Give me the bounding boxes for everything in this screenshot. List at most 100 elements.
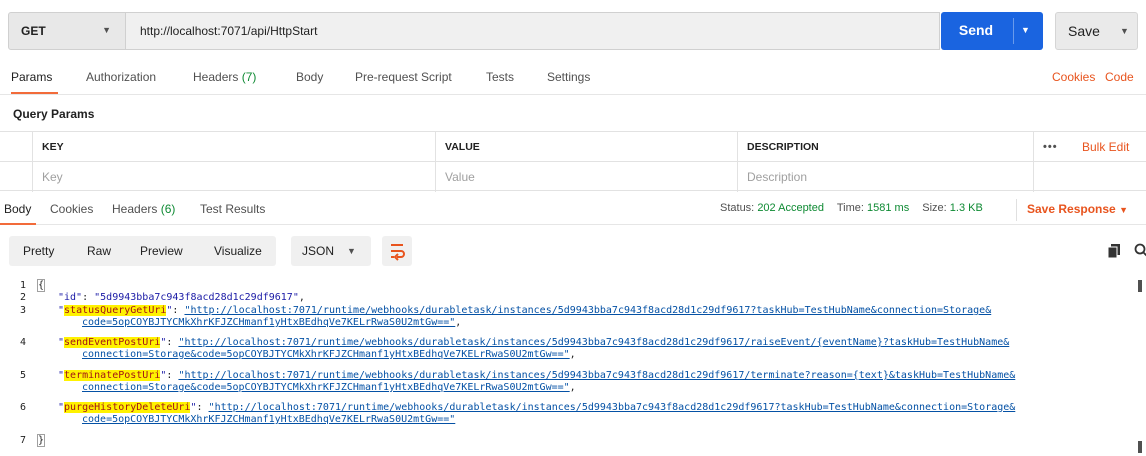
size-value[interactable]: 1.3 KB [950, 202, 983, 214]
value-input[interactable]: Value [435, 162, 737, 192]
active-tab-indicator [0, 223, 36, 225]
status-value[interactable]: 202 Accepted [757, 202, 824, 214]
format-select[interactable]: JSON ▼ [291, 236, 371, 266]
line-number: 6 [19, 402, 26, 413]
key-input[interactable]: Key [32, 162, 435, 192]
query-params-table: KEY VALUE DESCRIPTION ••• Bulk Edit Key … [0, 131, 1146, 192]
response-status-bar: Status: 202 Accepted Time: 1581 ms Size:… [720, 202, 983, 214]
bulk-edit-link[interactable]: Bulk Edit [1082, 140, 1129, 154]
tab-params[interactable]: Params [11, 70, 52, 84]
code-line: connection=Storage&code=5opCOYBJTYCMkXhr… [82, 349, 576, 360]
key-placeholder: Key [42, 170, 63, 184]
json-key: "id" [58, 292, 83, 303]
scrollbar-marker[interactable] [1138, 280, 1142, 292]
save-button[interactable]: Save ▼ [1055, 12, 1138, 50]
json-url[interactable]: "http://localhost:7071/runtime/webhooks/… [178, 337, 1009, 348]
send-button[interactable]: Send ▼ [941, 12, 1043, 50]
wrap-lines-button[interactable] [382, 236, 412, 266]
json-key-highlighted: sendEventPostUri [64, 337, 161, 348]
save-label: Save [1068, 23, 1100, 39]
status-label: Status: [720, 202, 755, 214]
line-number: 7 [19, 435, 26, 446]
json-key-highlighted: statusQueryGetUri [64, 305, 167, 316]
tab-response-headers-label: Headers [112, 202, 158, 216]
tab-response-body[interactable]: Body [4, 202, 31, 216]
code-line: "terminatePostUri": "http://localhost:70… [58, 370, 1016, 381]
json-url[interactable]: connection=Storage&code=5opCOYBJTYCMkXhr… [82, 349, 570, 360]
method-label: GET [21, 24, 46, 38]
table-row: Key Value Description [0, 161, 1146, 192]
time-value[interactable]: 1581 ms [867, 202, 909, 214]
time-label: Time: [836, 202, 864, 214]
request-bar: GET ▼ http://localhost:7071/api/HttpStar… [8, 12, 1138, 50]
json-key-highlighted: terminatePostUri [64, 370, 161, 381]
preview-button[interactable]: Preview [140, 244, 183, 258]
code-line: code=5opCOYBJTYCMkXhrKFJZCHmanf1yHtxBEdh… [82, 317, 462, 328]
send-divider [1013, 18, 1014, 44]
more-options-icon[interactable]: ••• [1043, 141, 1058, 153]
scrollbar-marker[interactable] [1138, 441, 1142, 453]
line-number: 1 [19, 280, 26, 291]
value-column-header: VALUE [435, 132, 737, 162]
visualize-button[interactable]: Visualize [214, 244, 262, 258]
size-label: Size: [922, 202, 947, 214]
chevron-down-icon[interactable]: ▼ [1120, 26, 1129, 36]
code-line: "sendEventPostUri": "http://localhost:70… [58, 337, 1010, 348]
code-line: "purgeHistoryDeleteUri": "http://localho… [58, 402, 1016, 413]
tab-headers[interactable]: Headers (7) [193, 70, 256, 84]
json-url[interactable]: code=5opCOYBJTYCMkXhrKFJZCHmanf1yHtxBEdh… [82, 414, 455, 425]
response-headers-count: (6) [160, 202, 176, 216]
value-placeholder: Value [445, 170, 475, 184]
description-placeholder: Description [747, 170, 808, 184]
headers-count: (7) [241, 70, 257, 84]
line-number: 4 [19, 337, 26, 348]
json-url[interactable]: code=5opCOYBJTYCMkXhrKFJZCHmanf1yHtxBEdh… [82, 317, 455, 328]
chevron-down-icon: ▼ [102, 25, 111, 35]
search-icon[interactable] [1134, 243, 1146, 257]
response-view-toolbar: Pretty Raw Preview Visualize JSON ▼ [9, 236, 1146, 266]
save-response-label: Save Response [1027, 202, 1116, 216]
key-column-header: KEY [32, 132, 435, 162]
method-select[interactable]: GET ▼ [8, 12, 126, 50]
tab-authorization[interactable]: Authorization [86, 70, 156, 84]
json-url[interactable]: "http://localhost:7071/runtime/webhooks/… [184, 305, 991, 316]
raw-button[interactable]: Raw [87, 244, 111, 258]
description-input[interactable]: Description [737, 162, 1033, 192]
tab-response-headers[interactable]: Headers (6) [112, 202, 175, 216]
json-url[interactable]: "http://localhost:7071/runtime/webhooks/… [209, 402, 1016, 413]
save-response-button[interactable]: Save Response ▼ [1027, 202, 1128, 216]
json-url[interactable]: "http://localhost:7071/runtime/webhooks/… [178, 370, 1015, 381]
tab-test-results[interactable]: Test Results [200, 202, 265, 216]
json-url[interactable]: connection=Storage&code=5opCOYBJTYCMkXhr… [82, 382, 570, 393]
cookies-link[interactable]: Cookies [1052, 70, 1095, 84]
code-line: connection=Storage&code=5opCOYBJTYCMkXhr… [82, 382, 576, 393]
code-link[interactable]: Code [1105, 70, 1134, 84]
tab-response-cookies[interactable]: Cookies [50, 202, 93, 216]
tab-body[interactable]: Body [296, 70, 323, 84]
chevron-down-icon: ▼ [347, 246, 356, 256]
description-column-header: DESCRIPTION [737, 132, 1033, 162]
code-line: "id": "5d9943bba7c943f8acd28d1c29df9617"… [58, 292, 305, 303]
url-input[interactable]: http://localhost:7071/api/HttpStart [126, 12, 940, 50]
pretty-button[interactable]: Pretty [23, 244, 54, 258]
wrap-lines-icon [391, 244, 405, 261]
code-line: "statusQueryGetUri": "http://localhost:7… [58, 305, 992, 316]
copy-icon[interactable] [1108, 244, 1120, 258]
code-line: } [37, 434, 46, 447]
format-label: JSON [302, 244, 335, 258]
tab-settings[interactable]: Settings [547, 70, 590, 84]
tab-pre-request-script[interactable]: Pre-request Script [355, 70, 452, 84]
open-brace: { [37, 279, 46, 292]
active-tab-indicator [11, 92, 58, 94]
url-text: http://localhost:7071/api/HttpStart [140, 24, 318, 38]
json-key-highlighted: purgeHistoryDeleteUri [64, 402, 191, 413]
chevron-down-icon[interactable]: ▼ [1021, 25, 1030, 35]
table-actions-cell [1033, 162, 1146, 192]
view-mode-group: Pretty Raw Preview Visualize [9, 236, 276, 266]
tab-tests[interactable]: Tests [486, 70, 514, 84]
response-body-code[interactable]: 1 2 3 4 5 6 7 { "id": "5d9943bba7c943f8a… [0, 278, 1146, 456]
tab-headers-label: Headers [193, 70, 239, 84]
send-label: Send [958, 22, 994, 38]
chevron-down-icon: ▼ [1119, 205, 1128, 215]
code-line: { [37, 279, 46, 292]
